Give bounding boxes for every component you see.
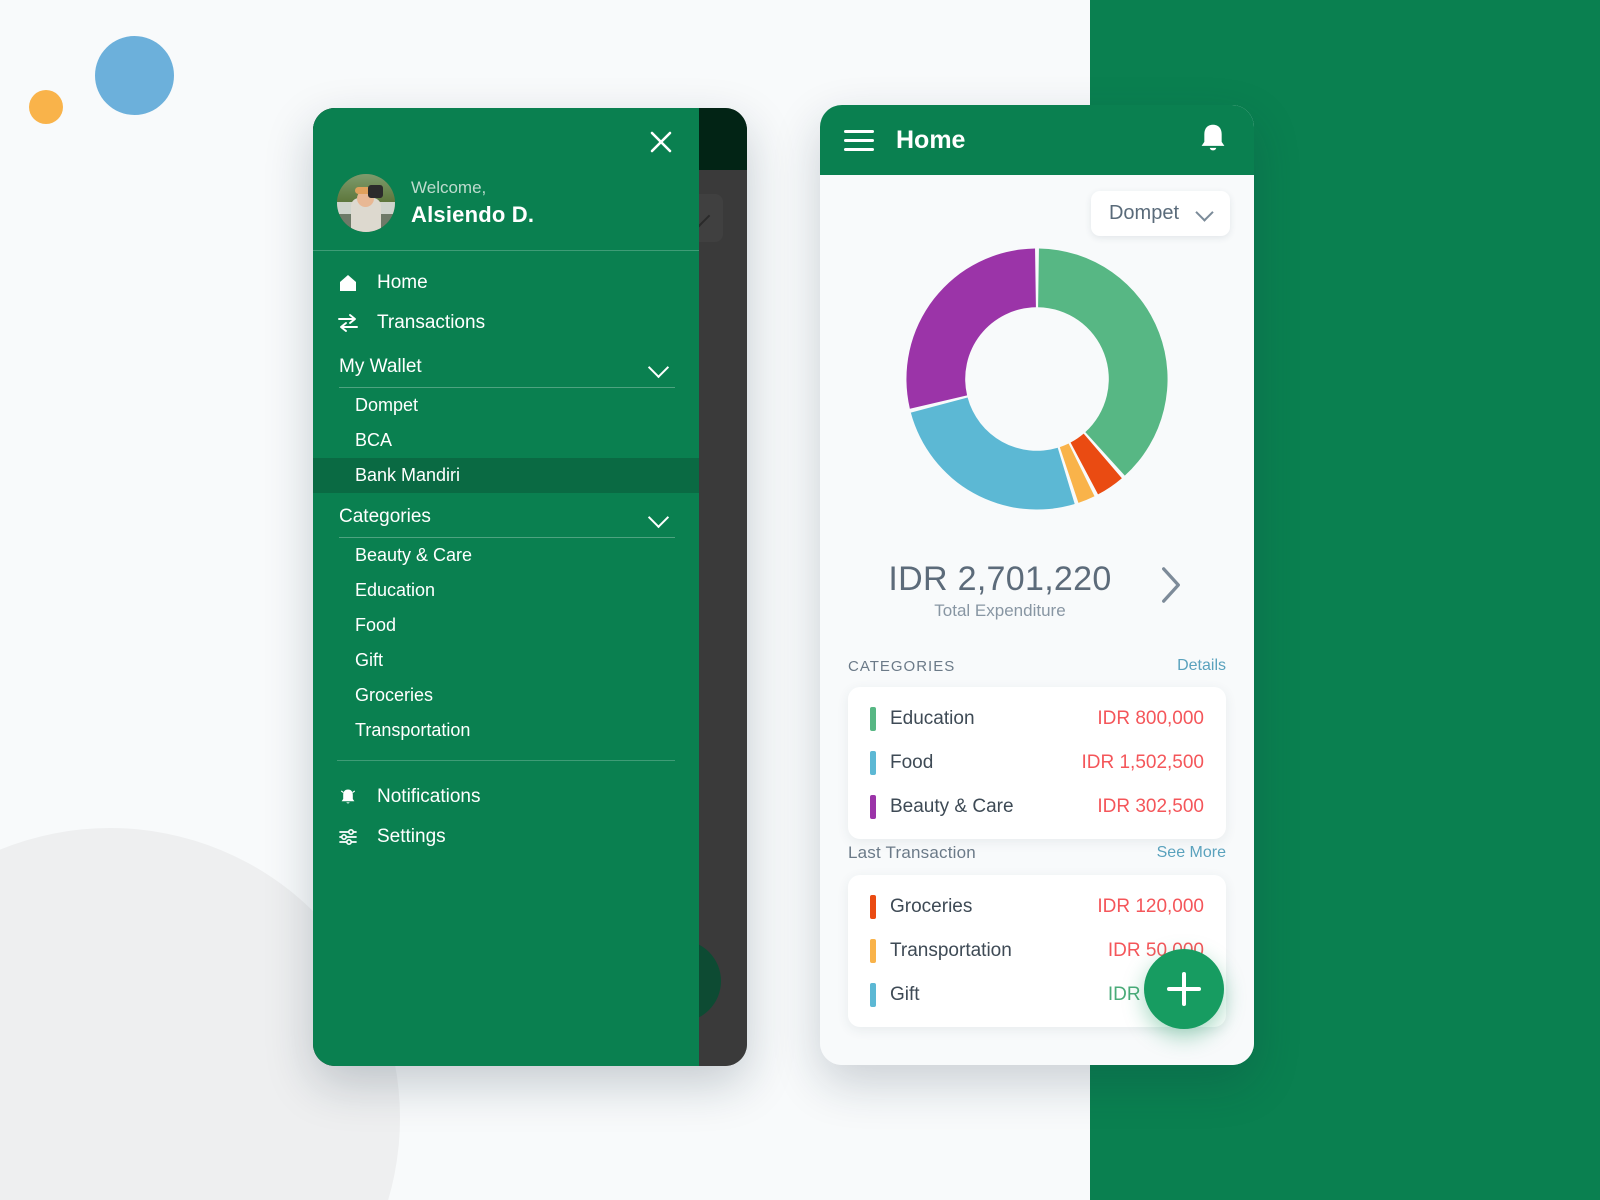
category-amount: IDR 800,000 <box>1097 708 1204 729</box>
page-title: Home <box>896 125 966 154</box>
chevron-down-icon <box>650 359 667 376</box>
sliders-icon <box>337 827 359 847</box>
category-label: Beauty & Care <box>890 796 1014 817</box>
sidebar-subitem-label: Dompet <box>355 395 419 415</box>
sidebar-item-bank-mandiri[interactable]: Bank Mandiri <box>313 458 699 493</box>
sidebar-group-my-wallet[interactable]: My Wallet <box>339 349 675 388</box>
close-icon[interactable] <box>641 122 681 162</box>
sidebar-group-label: My Wallet <box>339 356 422 377</box>
sidebar-item-home[interactable]: Home <box>313 263 699 303</box>
categories-section-title: CATEGORIES <box>848 657 956 675</box>
sidebar-item-bca[interactable]: BCA <box>313 423 699 458</box>
category-label: Food <box>890 752 934 773</box>
sidebar-item-transactions[interactable]: Transactions <box>313 303 699 343</box>
donut-slice-food[interactable] <box>910 397 1075 510</box>
last-transaction-section-header: Last Transaction See More <box>820 843 1254 863</box>
app-bar: Home <box>820 105 1254 175</box>
chevron-down-icon <box>650 509 667 526</box>
category-amount: IDR 302,500 <box>1097 796 1204 817</box>
profile-block[interactable]: Welcome, Alsiendo D. <box>337 174 675 232</box>
add-transaction-fab[interactable] <box>1144 949 1224 1029</box>
plus-icon <box>1182 972 1186 1006</box>
sidebar-item-transportation[interactable]: Transportation <box>313 713 699 748</box>
transaction-label: Transportation <box>890 940 1012 961</box>
wallet-selector-value: Dompet <box>1108 202 1179 224</box>
transaction-amount: IDR 120,000 <box>1097 896 1204 917</box>
bell-icon <box>337 787 359 807</box>
avatar <box>337 174 395 232</box>
donut-svg <box>906 248 1168 510</box>
donut-slice-beauty-care[interactable] <box>906 248 1036 409</box>
sidebar-item-education[interactable]: Education <box>313 573 699 608</box>
sidebar-subitem-label: Bank Mandiri <box>355 465 461 485</box>
categories-section-header: CATEGORIES Details <box>820 657 1254 675</box>
last-transaction-section-title: Last Transaction <box>848 843 976 862</box>
wallet-selector[interactable]: Dompet <box>1090 191 1230 236</box>
home-icon <box>337 273 359 293</box>
sidebar-group-label: Categories <box>339 506 431 527</box>
sidebar-subitem-label: BCA <box>355 430 393 450</box>
sidebar-subitem-label: Transportation <box>355 720 471 740</box>
see-more-link[interactable]: See More <box>1157 844 1226 862</box>
sidebar-subitem-label: Beauty & Care <box>355 545 473 565</box>
categories-block: CATEGORIES Details Education IDR 800,000… <box>820 657 1254 839</box>
total-expenditure-block: IDR 2,701,220 Total Expenditure <box>820 560 1254 621</box>
transaction-label: Groceries <box>890 896 973 917</box>
sidebar-item-dompet[interactable]: Dompet <box>313 388 699 423</box>
sidebar-item-settings[interactable]: Settings <box>313 817 699 857</box>
transaction-color-swatch <box>870 939 876 963</box>
donut-slice-education[interactable] <box>1038 248 1168 476</box>
list-item[interactable]: Food IDR 1,502,500 <box>848 741 1226 785</box>
navigation-drawer: Welcome, Alsiendo D. Home Transactions M… <box>313 108 699 1066</box>
category-amount: IDR 1,502,500 <box>1081 752 1204 773</box>
sidebar-item-label: Settings <box>377 826 446 847</box>
dot-blue-decoration <box>95 36 174 115</box>
drawer-nav: Home Transactions My Wallet Dompet BCA B… <box>313 251 699 1066</box>
phone-drawer-screen: Welcome, Alsiendo D. Home Transactions M… <box>313 108 747 1066</box>
user-name: Alsiendo D. <box>411 201 535 227</box>
screenshot-stage: Welcome, Alsiendo D. Home Transactions M… <box>0 0 1600 1200</box>
list-item[interactable]: Groceries IDR 120,000 <box>848 885 1226 929</box>
sidebar-item-groceries[interactable]: Groceries <box>313 678 699 713</box>
expenditure-donut-chart[interactable] <box>820 243 1254 515</box>
sidebar-item-food[interactable]: Food <box>313 608 699 643</box>
chevron-down-icon <box>1197 206 1212 221</box>
sidebar-item-label: Notifications <box>377 786 481 807</box>
total-amount: IDR 2,701,220 <box>888 560 1112 598</box>
sidebar-subitem-label: Food <box>355 615 397 635</box>
sidebar-subitem-label: Gift <box>355 650 384 670</box>
sidebar-subitem-label: Groceries <box>355 685 434 705</box>
categories-card: Education IDR 800,000 Food IDR 1,502,500… <box>848 687 1226 839</box>
transaction-label: Gift <box>890 984 920 1005</box>
transaction-color-swatch <box>870 895 876 919</box>
sidebar-item-label: Home <box>377 272 428 293</box>
sidebar-subitem-label: Education <box>355 580 436 600</box>
list-item[interactable]: Beauty & Care IDR 302,500 <box>848 785 1226 829</box>
transaction-color-swatch <box>870 983 876 1007</box>
home-content: Dompet IDR 2,701,220 Total Expenditure C… <box>820 175 1254 1065</box>
dot-orange-decoration <box>29 90 63 124</box>
drawer-footer-nav: Notifications Settings <box>313 761 699 857</box>
sidebar-item-label: Transactions <box>377 312 486 333</box>
category-label: Education <box>890 708 975 729</box>
hamburger-icon[interactable] <box>844 124 874 157</box>
sidebar-group-categories[interactable]: Categories <box>339 499 675 538</box>
total-label: Total Expenditure <box>934 601 1066 620</box>
category-color-swatch <box>870 707 876 731</box>
sidebar-item-notifications[interactable]: Notifications <box>313 777 699 817</box>
drawer-header: Welcome, Alsiendo D. <box>313 108 699 250</box>
welcome-label: Welcome, <box>411 177 487 197</box>
phone-home-screen: Home Dompet IDR 2,701,220 Total Expendit… <box>820 105 1254 1065</box>
chevron-right-icon[interactable] <box>1156 563 1186 612</box>
transfer-icon <box>337 313 359 333</box>
sidebar-item-beauty-care[interactable]: Beauty & Care <box>313 538 699 573</box>
categories-details-link[interactable]: Details <box>1177 657 1226 675</box>
category-color-swatch <box>870 751 876 775</box>
sidebar-item-gift[interactable]: Gift <box>313 643 699 678</box>
bell-icon[interactable] <box>1196 121 1230 160</box>
category-color-swatch <box>870 795 876 819</box>
list-item[interactable]: Education IDR 800,000 <box>848 697 1226 741</box>
